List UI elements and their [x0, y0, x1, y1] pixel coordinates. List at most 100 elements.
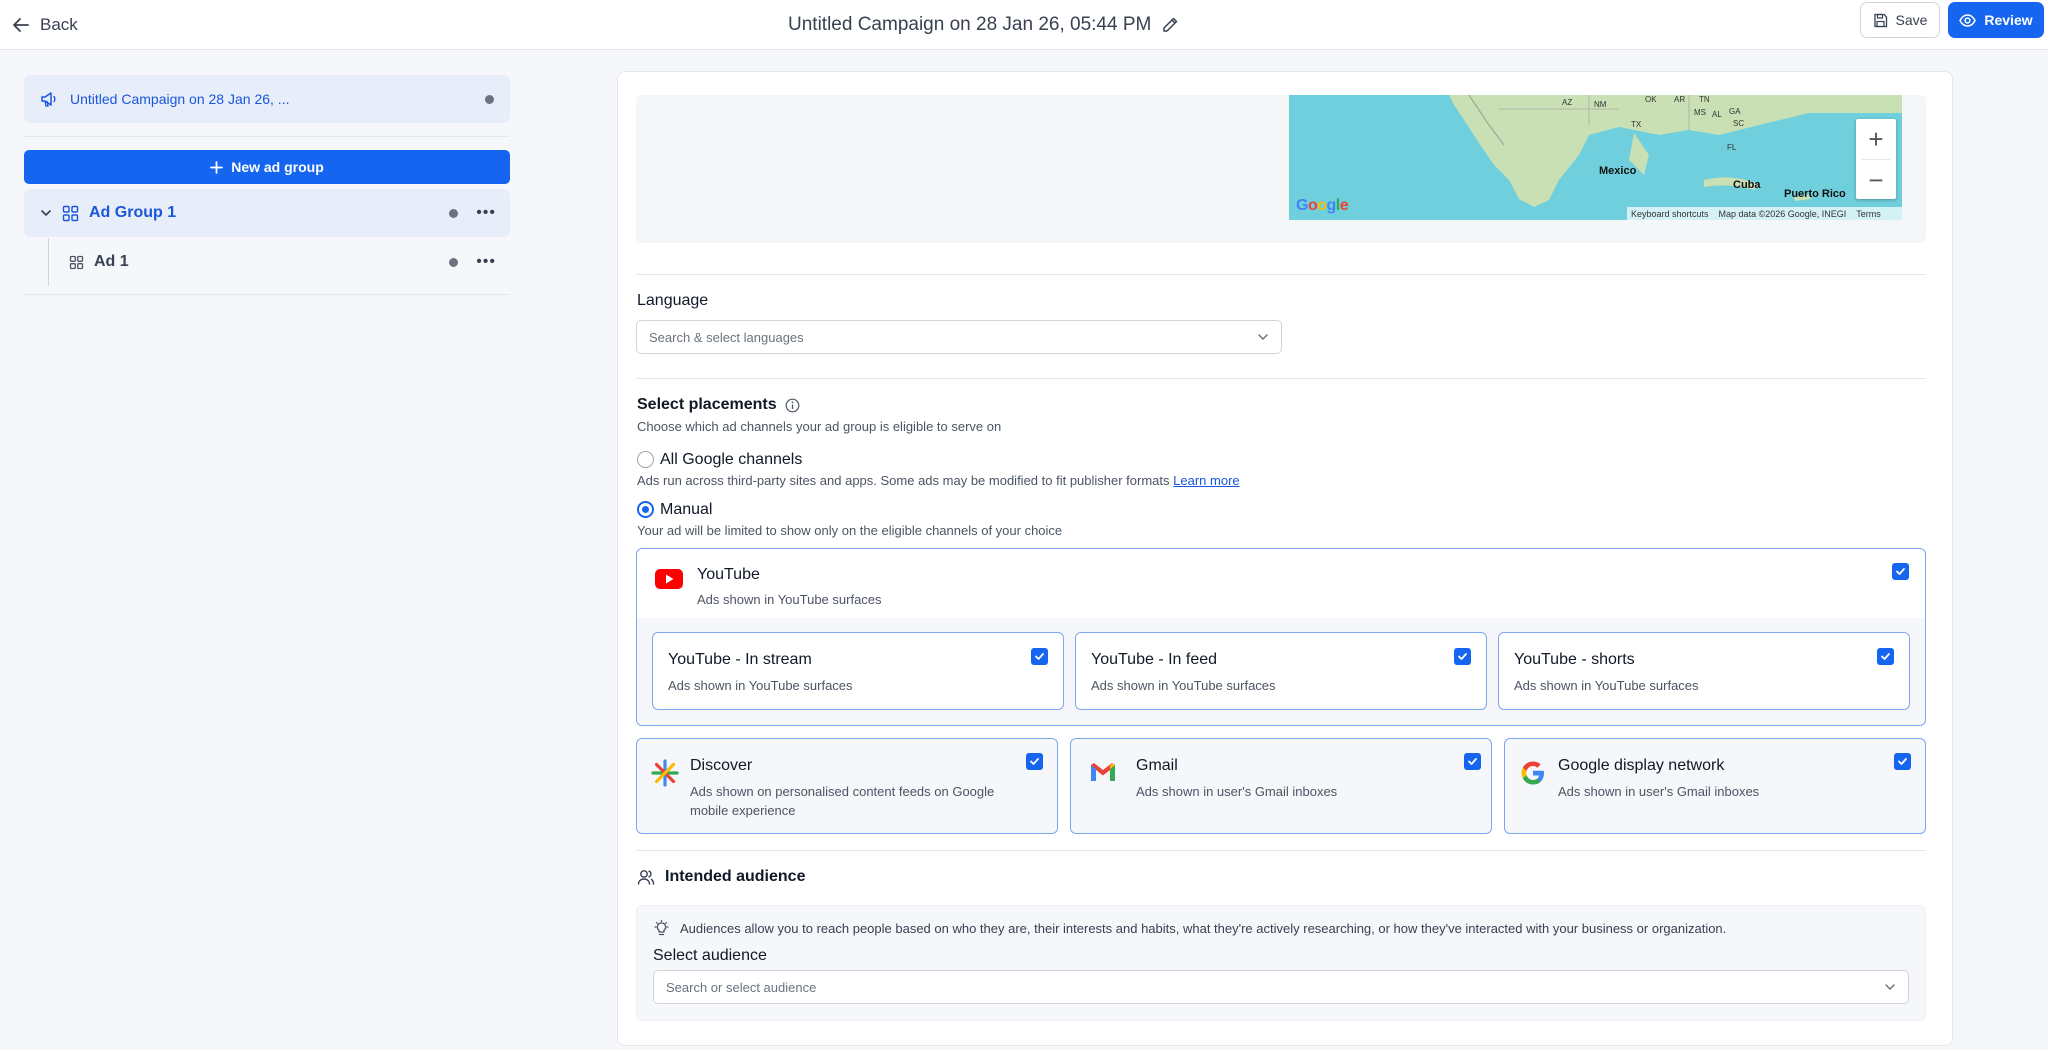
- sidebar-divider: [24, 294, 510, 295]
- save-label: Save: [1895, 12, 1928, 28]
- map-label-fl: FL: [1727, 143, 1737, 152]
- sidebar-divider: [24, 136, 510, 137]
- google-display-network-name: Google display network: [1558, 757, 1725, 774]
- youtube-in-feed-name: YouTube - In feed: [1091, 651, 1218, 668]
- youtube-in-feed-desc: Ads shown in YouTube surfaces: [1091, 678, 1276, 693]
- map-label-cuba: Cuba: [1733, 179, 1761, 191]
- youtube-in-stream-card[interactable]: YouTube - In stream Ads shown in YouTube…: [652, 632, 1064, 710]
- audience-select[interactable]: Search or select audience: [653, 970, 1909, 1004]
- floppy-disk-icon: [1873, 13, 1888, 28]
- youtube-in-stream-checkbox[interactable]: [1031, 648, 1048, 665]
- youtube-desc: Ads shown in YouTube surfaces: [697, 592, 882, 607]
- google-display-network-card[interactable]: Google display network Ads shown in user…: [1504, 738, 1926, 834]
- sidebar-item-ad-group-1[interactable]: Ad Group 1 •••: [24, 189, 510, 237]
- gmail-name: Gmail: [1136, 757, 1178, 774]
- map-zoom-controls: + −: [1856, 119, 1896, 199]
- section-divider: [636, 378, 1926, 379]
- google-display-network-checkbox[interactable]: [1894, 753, 1911, 770]
- radio-manual[interactable]: [637, 501, 654, 518]
- manual-label: Manual: [660, 501, 713, 518]
- more-options-icon[interactable]: •••: [476, 205, 496, 221]
- youtube-in-stream-desc: Ads shown in YouTube surfaces: [668, 678, 853, 693]
- more-options-icon[interactable]: •••: [476, 254, 496, 270]
- gmail-card[interactable]: Gmail Ads shown in user's Gmail inboxes: [1070, 738, 1492, 834]
- new-ad-group-label: New ad group: [231, 159, 324, 175]
- learn-more-link[interactable]: Learn more: [1173, 473, 1239, 488]
- grid-icon: [62, 205, 79, 222]
- status-dot: [449, 208, 459, 218]
- sidebar-campaign-item[interactable]: Untitled Campaign on 28 Jan 26, ...: [24, 75, 510, 123]
- map-label-az: AZ: [1562, 98, 1573, 107]
- audience-title-wrap: Intended audience: [637, 868, 805, 886]
- review-button[interactable]: Review: [1948, 2, 2044, 38]
- section-divider: [636, 274, 1926, 275]
- radio-all-google-channels[interactable]: [637, 451, 654, 468]
- audience-title: Intended audience: [665, 868, 806, 885]
- campaign-title-wrap: Untitled Campaign on 28 Jan 26, 05:44 PM: [788, 8, 1179, 42]
- lightbulb-icon: [653, 920, 670, 937]
- audience-tip-text: Audiences allow you to reach people base…: [680, 921, 1727, 936]
- map-label-sc: SC: [1733, 119, 1745, 128]
- users-icon: [637, 868, 655, 886]
- map[interactable]: AZ NM TX OK AR TN MS AL GA SC FL Mexico …: [1289, 95, 1902, 220]
- pencil-icon[interactable]: [1161, 16, 1179, 34]
- back-button[interactable]: Back: [12, 10, 78, 40]
- youtube-in-stream-name: YouTube - In stream: [668, 651, 812, 668]
- ad-label: Ad 1: [94, 253, 129, 270]
- youtube-icon: [654, 567, 684, 591]
- youtube-in-feed-card[interactable]: YouTube - In feed Ads shown in YouTube s…: [1075, 632, 1487, 710]
- youtube-in-feed-checkbox[interactable]: [1454, 648, 1471, 665]
- new-ad-group-button[interactable]: New ad group: [24, 150, 510, 184]
- map-label-ga: GA: [1729, 107, 1741, 116]
- youtube-shorts-card[interactable]: YouTube - shorts Ads shown in YouTube su…: [1498, 632, 1910, 710]
- info-icon[interactable]: [785, 398, 800, 413]
- zoom-out-button[interactable]: −: [1856, 160, 1896, 200]
- youtube-shorts-desc: Ads shown in YouTube surfaces: [1514, 678, 1699, 693]
- discover-name: Discover: [690, 757, 753, 774]
- map-label-mexico: Mexico: [1599, 165, 1637, 177]
- review-label: Review: [1984, 12, 2033, 28]
- zoom-in-button[interactable]: +: [1856, 119, 1896, 159]
- youtube-checkbox[interactable]: [1892, 563, 1909, 580]
- terms-link[interactable]: Terms: [1856, 209, 1881, 219]
- youtube-shorts-name: YouTube - shorts: [1514, 651, 1635, 668]
- placements-title: Select placements: [637, 396, 777, 413]
- campaign-title: Untitled Campaign on 28 Jan 26, 05:44 PM: [788, 14, 1152, 35]
- save-button[interactable]: Save: [1860, 2, 1940, 38]
- map-label-al: AL: [1712, 110, 1722, 119]
- chevron-down-icon: [1884, 981, 1896, 993]
- status-dot: [485, 94, 494, 104]
- google-display-network-desc: Ads shown in user's Gmail inboxes: [1558, 784, 1760, 799]
- google-map-logo: Google: [1296, 197, 1349, 214]
- keyboard-shortcuts-link[interactable]: Keyboard shortcuts: [1631, 209, 1709, 219]
- map-label-nm: NM: [1594, 100, 1607, 109]
- map-label-ms: MS: [1694, 108, 1706, 117]
- all-google-channels-label: All Google channels: [660, 451, 803, 468]
- gmail-desc: Ads shown in user's Gmail inboxes: [1136, 784, 1338, 799]
- sidebar-item-ad-1[interactable]: Ad 1 •••: [48, 238, 510, 286]
- plus-icon: [210, 160, 224, 174]
- gmail-checkbox[interactable]: [1464, 753, 1481, 770]
- select-audience-label: Select audience: [653, 947, 767, 964]
- gmail-icon: [1089, 761, 1117, 783]
- discover-checkbox[interactable]: [1026, 753, 1043, 770]
- language-title: Language: [637, 292, 709, 309]
- all-channels-desc-text: Ads run across third-party sites and app…: [637, 473, 1170, 488]
- grid-icon: [69, 255, 84, 270]
- google-g-icon: [1519, 759, 1547, 787]
- back-label: Back: [40, 15, 78, 34]
- discover-desc: Ads shown on personalised content feeds …: [690, 784, 995, 818]
- map-label-tn: TN: [1699, 95, 1710, 104]
- map-label-ar: AR: [1674, 95, 1686, 104]
- youtube-shorts-checkbox[interactable]: [1877, 648, 1894, 665]
- map-label-ok: OK: [1645, 95, 1657, 104]
- placements-subtitle: Choose which ad channels your ad group i…: [637, 419, 1002, 434]
- language-placeholder: Search & select languages: [649, 329, 804, 345]
- language-select[interactable]: Search & select languages: [636, 320, 1282, 354]
- chevron-down-icon[interactable]: [40, 207, 52, 219]
- megaphone-icon: [40, 90, 58, 108]
- placements-title-wrap: Select placements: [637, 396, 800, 414]
- discover-icon: [651, 759, 679, 787]
- discover-card[interactable]: Discover Ads shown on personalised conte…: [636, 738, 1058, 834]
- youtube-name: YouTube: [697, 566, 760, 583]
